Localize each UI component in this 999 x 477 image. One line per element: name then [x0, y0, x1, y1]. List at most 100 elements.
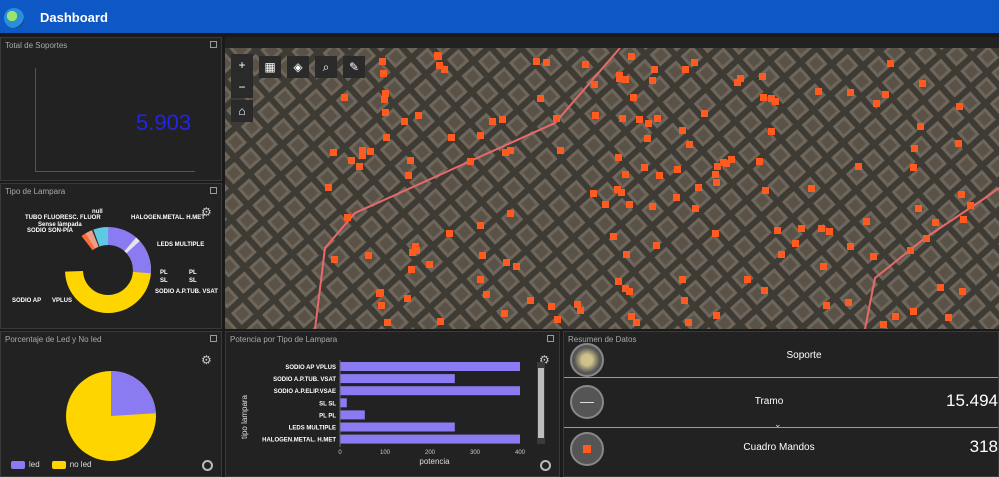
support-marker[interactable] — [628, 53, 635, 60]
support-marker[interactable] — [679, 127, 686, 134]
support-marker[interactable] — [325, 184, 332, 191]
support-marker[interactable] — [691, 59, 698, 66]
support-marker[interactable] — [401, 118, 408, 125]
support-marker[interactable] — [610, 233, 617, 240]
support-marker[interactable] — [910, 164, 917, 171]
support-marker[interactable] — [887, 60, 894, 67]
support-marker[interactable] — [622, 285, 629, 292]
support-marker[interactable] — [381, 96, 388, 103]
support-marker[interactable] — [405, 172, 412, 179]
support-marker[interactable] — [653, 242, 660, 249]
support-marker[interactable] — [855, 163, 862, 170]
support-marker[interactable] — [622, 76, 629, 83]
support-marker[interactable] — [513, 263, 520, 270]
zoom-in-button[interactable]: + — [231, 54, 253, 76]
support-marker[interactable] — [503, 259, 510, 266]
support-marker[interactable] — [714, 163, 721, 170]
support-marker[interactable] — [477, 276, 484, 283]
support-marker[interactable] — [591, 81, 598, 88]
support-marker[interactable] — [633, 319, 640, 326]
support-marker[interactable] — [756, 158, 763, 165]
support-marker[interactable] — [615, 278, 622, 285]
support-marker[interactable] — [654, 115, 661, 122]
measure-button[interactable]: ✎ — [343, 56, 365, 78]
layer-list-button[interactable]: ◈ — [287, 56, 309, 78]
support-marker[interactable] — [499, 116, 506, 123]
support-marker[interactable] — [592, 112, 599, 119]
support-marker[interactable] — [619, 115, 626, 122]
support-marker[interactable] — [686, 141, 693, 148]
support-marker[interactable] — [761, 287, 768, 294]
support-marker[interactable] — [527, 297, 534, 304]
support-marker[interactable] — [467, 158, 474, 165]
support-marker[interactable] — [960, 216, 967, 223]
support-marker[interactable] — [759, 73, 766, 80]
support-marker[interactable] — [330, 149, 337, 156]
support-marker[interactable] — [383, 134, 390, 141]
support-marker[interactable] — [649, 77, 656, 84]
support-marker[interactable] — [435, 53, 442, 60]
support-marker[interactable] — [651, 66, 658, 73]
map-view[interactable]: + − ▦ ◈ ⌕ ✎ ⌂ — [225, 48, 999, 329]
support-marker[interactable] — [820, 263, 827, 270]
support-marker[interactable] — [695, 184, 702, 191]
support-marker[interactable] — [382, 90, 389, 97]
support-marker[interactable] — [692, 205, 699, 212]
scrollbar-thumb[interactable] — [538, 368, 544, 438]
support-marker[interactable] — [892, 313, 899, 320]
chart-scrollbar[interactable] — [537, 362, 545, 444]
support-marker[interactable] — [477, 222, 484, 229]
support-marker[interactable] — [847, 89, 854, 96]
support-marker[interactable] — [956, 103, 963, 110]
support-marker[interactable] — [407, 157, 414, 164]
support-marker[interactable] — [554, 316, 561, 323]
support-marker[interactable] — [489, 118, 496, 125]
support-marker[interactable] — [380, 70, 387, 77]
support-marker[interactable] — [772, 98, 779, 105]
support-marker[interactable] — [915, 205, 922, 212]
support-marker[interactable] — [823, 302, 830, 309]
support-marker[interactable] — [367, 148, 374, 155]
support-marker[interactable] — [845, 299, 852, 306]
support-marker[interactable] — [507, 147, 514, 154]
support-marker[interactable] — [955, 140, 962, 147]
support-marker[interactable] — [863, 218, 870, 225]
maximize-icon[interactable] — [210, 41, 217, 48]
support-marker[interactable] — [537, 95, 544, 102]
support-marker[interactable] — [626, 201, 633, 208]
support-marker[interactable] — [870, 253, 877, 260]
support-marker[interactable] — [826, 228, 833, 235]
support-marker[interactable] — [533, 58, 540, 65]
support-marker[interactable] — [808, 185, 815, 192]
support-marker[interactable] — [448, 134, 455, 141]
support-marker[interactable] — [548, 303, 555, 310]
search-button[interactable]: ⌕ — [315, 56, 337, 78]
support-marker[interactable] — [379, 58, 386, 65]
support-marker[interactable] — [873, 100, 880, 107]
support-marker[interactable] — [882, 91, 889, 98]
support-marker[interactable] — [712, 230, 719, 237]
support-marker[interactable] — [436, 62, 443, 69]
chevron-down-icon[interactable]: ⌄ — [774, 419, 782, 430]
support-marker[interactable] — [815, 88, 822, 95]
support-marker[interactable] — [479, 252, 486, 259]
support-marker[interactable] — [685, 319, 692, 326]
support-marker[interactable] — [967, 202, 974, 209]
support-marker[interactable] — [331, 256, 338, 263]
support-marker[interactable] — [590, 190, 597, 197]
support-marker[interactable] — [356, 163, 363, 170]
support-marker[interactable] — [641, 164, 648, 171]
support-marker[interactable] — [911, 145, 918, 152]
support-marker[interactable] — [907, 247, 914, 254]
support-marker[interactable] — [344, 214, 351, 221]
support-marker[interactable] — [645, 120, 652, 127]
support-marker[interactable] — [412, 243, 419, 250]
support-marker[interactable] — [615, 154, 622, 161]
support-marker[interactable] — [818, 225, 825, 232]
bar[interactable] — [340, 410, 365, 420]
support-marker[interactable] — [712, 171, 719, 178]
bar[interactable] — [340, 398, 347, 408]
support-marker[interactable] — [426, 261, 433, 268]
support-marker[interactable] — [959, 288, 966, 295]
support-marker[interactable] — [958, 191, 965, 198]
